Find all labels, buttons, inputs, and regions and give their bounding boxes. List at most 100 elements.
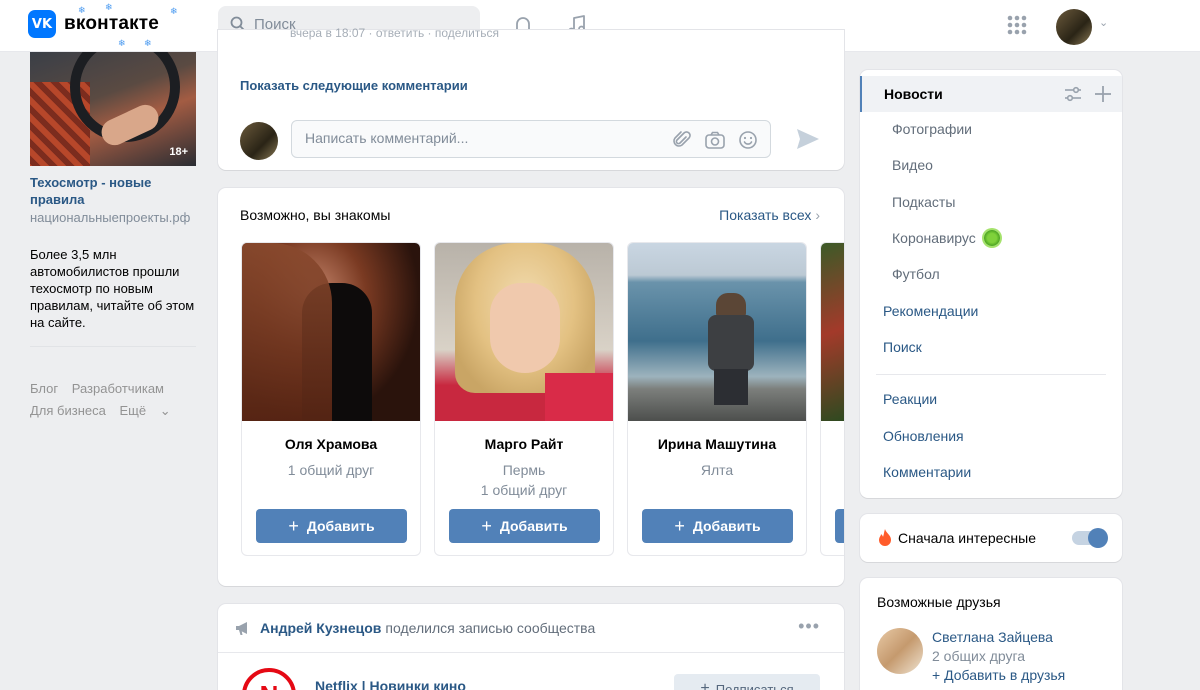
nav-item-search[interactable]: Поиск (860, 329, 1122, 365)
avatar (240, 122, 278, 160)
nav-item-coronavirus[interactable]: Коронавирус (860, 220, 1122, 256)
filter-settings-icon[interactable] (1064, 86, 1082, 102)
person-photo[interactable] (628, 243, 806, 421)
comment-meta: вчера в 18:07 · ответить · поделиться (290, 26, 500, 40)
comment-field[interactable] (291, 120, 771, 158)
nav-item-label: Видео (892, 157, 933, 173)
person-photo[interactable] (435, 243, 613, 421)
ad-description: Более 3,5 млн автомобилистов прошли техо… (30, 247, 195, 330)
community-name-link[interactable]: Netflix | Новинки кино (315, 678, 466, 690)
person-info: 1 общий друг (242, 460, 420, 480)
person-card: Оля Храмова 1 общий друг + Добавить (241, 242, 421, 556)
show-all-label: Показать всех (719, 207, 812, 223)
nav-item-label: Новости (884, 86, 943, 102)
photo-detail (242, 243, 332, 421)
divider (218, 652, 844, 653)
snowflake-icon: ❄ (105, 2, 113, 12)
person-card-partial (820, 242, 844, 556)
person-card: Ирина Машутина Ялта + Добавить (627, 242, 807, 556)
add-friend-button[interactable] (835, 509, 844, 543)
section-title: Возможно, вы знакомы (240, 207, 391, 223)
comments-card: вчера в 18:07 · ответить · поделиться По… (218, 26, 844, 170)
nav-item-podcasts[interactable]: Подкасты (860, 184, 1122, 220)
footer-links: Блог Разработчикам Для бизнеса Ещё ⌄ (30, 378, 200, 422)
footer-link-developers[interactable]: Разработчикам (72, 381, 164, 396)
nav-item-photos[interactable]: Фотографии (860, 111, 1122, 147)
more-options-icon[interactable]: ••• (798, 616, 820, 637)
plus-icon: + (932, 667, 945, 683)
nav-item-reactions[interactable]: Реакции (860, 381, 1122, 417)
person-photo[interactable] (821, 243, 844, 421)
footer-link-more[interactable]: Ещё ⌄ (119, 403, 180, 418)
friend-name-link[interactable]: Светлана Зайцева (932, 629, 1053, 645)
person-name[interactable]: Оля Храмова (242, 436, 420, 452)
person-name[interactable]: Марго Райт (435, 436, 613, 452)
plus-icon: + (481, 515, 492, 536)
photo-detail (714, 369, 748, 405)
plus-icon: + (288, 515, 299, 536)
avatar[interactable] (877, 628, 923, 674)
show-more-comments-link[interactable]: Показать следующие комментарии (240, 78, 468, 93)
person-info: Ялта (628, 460, 806, 480)
add-friend-button[interactable]: + Добавить (256, 509, 407, 543)
add-icon[interactable] (1094, 85, 1112, 103)
interesting-first-label: Сначала интересные (898, 530, 1036, 546)
footer-link-more-label: Ещё (119, 403, 147, 418)
vk-logo[interactable]: VK вконтакте (28, 10, 159, 38)
mutual-friends-count: 2 общих друга (932, 648, 1026, 664)
paperclip-icon[interactable] (672, 130, 692, 150)
megaphone-icon (236, 622, 247, 635)
add-friend-button[interactable]: + Добавить (642, 509, 793, 543)
nav-item-label: Футбол (892, 266, 940, 282)
post-action-text: поделился записью сообщества (385, 620, 596, 636)
ad-domain[interactable]: национальныепроекты.рф (30, 209, 196, 226)
post-card: Андрей Кузнецов поделился записью сообще… (218, 604, 844, 690)
add-friend-label: Добавить (499, 518, 568, 534)
person-card: Марго Райт Пермь 1 общий друг + Добавить (434, 242, 614, 556)
nav-item-updates[interactable]: Обновления (860, 418, 1122, 454)
add-friend-button[interactable]: + Добавить (449, 509, 600, 543)
apps-grid-icon[interactable] (1004, 12, 1030, 38)
nav-item-label: Обновления (883, 428, 964, 444)
news-navigation: Новости Фотографии Видео Подкасты Корона… (860, 70, 1122, 498)
camera-icon[interactable] (704, 130, 726, 150)
nav-item-label: Поиск (883, 339, 922, 355)
comment-tools (672, 130, 758, 150)
chevron-down-icon[interactable]: ⌄ (1099, 16, 1108, 29)
interesting-first-toggle[interactable] (1072, 528, 1108, 548)
community-logo[interactable]: N (242, 668, 296, 690)
ad-image[interactable]: 18+ (30, 52, 196, 166)
chevron-right-icon: › (815, 207, 820, 223)
show-all-link[interactable]: Показать всех › (719, 207, 820, 223)
vk-logo-mark: VK (28, 10, 56, 38)
person-name[interactable]: Ирина Машутина (628, 436, 806, 452)
age-badge: 18+ (169, 146, 188, 158)
subscribe-button[interactable]: + Подписаться (674, 674, 820, 690)
snowflake-icon: ❄ (144, 38, 152, 48)
nav-item-football[interactable]: Футбол (860, 256, 1122, 292)
nav-item-comments[interactable]: Комментарии (860, 454, 1122, 490)
photo-detail (708, 315, 754, 371)
nav-item-recommendations[interactable]: Рекомендации (860, 293, 1122, 329)
flame-icon (879, 529, 891, 546)
plus-icon: + (674, 515, 685, 536)
footer-link-blog[interactable]: Блог (30, 381, 58, 396)
comment-input[interactable] (305, 130, 645, 146)
add-friend-link[interactable]: + Добавить в друзья (932, 667, 1065, 683)
smile-icon[interactable] (738, 130, 758, 150)
nav-item-label: Фотографии (892, 121, 973, 137)
send-icon[interactable] (796, 128, 820, 150)
nav-item-label: Подкасты (892, 194, 956, 210)
divider (30, 346, 196, 347)
nav-item-news[interactable]: Новости (860, 76, 1122, 112)
ad-title[interactable]: Техосмотр - новые правила (30, 174, 196, 208)
snowflake-icon: ❄ (78, 5, 86, 15)
nav-item-label: Рекомендации (883, 303, 979, 319)
virus-icon (983, 230, 1000, 246)
post-author-link[interactable]: Андрей Кузнецов (260, 620, 381, 636)
nav-item-label: Комментарии (883, 464, 972, 480)
footer-link-business[interactable]: Для бизнеса (30, 403, 106, 418)
person-photo[interactable] (242, 243, 420, 421)
nav-item-video[interactable]: Видео (860, 147, 1122, 183)
profile-avatar[interactable] (1056, 9, 1092, 45)
